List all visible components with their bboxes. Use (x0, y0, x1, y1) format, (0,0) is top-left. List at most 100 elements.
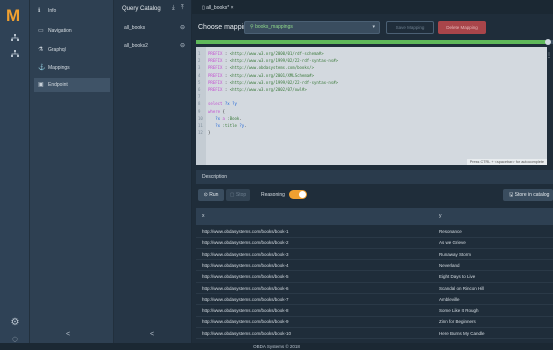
graph-icon: ⚗ (38, 47, 44, 53)
code-line: PREFIX : <http://www.w3.org/2000/01/rdf-… (208, 51, 324, 56)
cell-x: http://www.obdasystems.com/books/book-10 (202, 330, 292, 336)
code-line: } (208, 130, 210, 135)
code-token: <http://www.w3.org/1999/02/22-rdf-syntax… (229, 79, 339, 85)
code-token: <http://www.w3.org/2000/01/rdf-schema#> (229, 51, 324, 56)
code-token: PREFIX (208, 72, 225, 78)
catalog-query-item[interactable]: all_books2 ⊖ (114, 40, 191, 52)
cell-x: http://www.obdasystems.com/books/book-6 (202, 285, 289, 291)
cell-x: http://www.obdasystems.com/books/book-2 (202, 240, 289, 246)
table-row[interactable]: http://www.obdasystems.com/books/book-5 E… (196, 272, 553, 283)
line-number: 4 (198, 72, 201, 78)
table-row[interactable]: http://www.obdasystems.com/books/book-8 S… (196, 306, 553, 317)
code-line: select ?x ?y (208, 101, 237, 106)
nav-item-info[interactable]: ℹ Info (34, 4, 110, 18)
cell-y: Resonance (439, 229, 462, 234)
nav-item-graphql[interactable]: ⚗ Graphql (34, 43, 110, 57)
cell-x: http://www.obdasystems.com/books/book-9 (202, 319, 289, 325)
code-token: { (222, 108, 225, 114)
store-label: Store in catalog (514, 192, 550, 198)
code-line: ?x a :Book. (208, 116, 242, 121)
mapping-select[interactable]: ⚲ books_mappings ▾ (244, 21, 380, 34)
remove-query-icon[interactable]: ⊖ (180, 40, 185, 52)
catalog-collapse-button[interactable]: < (150, 331, 154, 338)
nav-item-label: Graphql (48, 47, 66, 53)
nav-item-navigation[interactable]: ▭ Navigation (34, 24, 110, 38)
store-catalog-button[interactable]: 🖫 Store in catalog (503, 189, 553, 201)
code-line: PREFIX : <http://www.obdasystems.com/boo… (208, 65, 314, 70)
chevron-down-icon: ▾ (372, 24, 375, 30)
cell-x: http://www.obdasystems.com/books/book-8 (202, 308, 289, 314)
nav-collapse-button[interactable]: < (66, 331, 70, 338)
code-line: PREFIX : <http://www.w3.org/1999/02/22-r… (208, 58, 338, 63)
column-header[interactable]: y (439, 208, 442, 225)
nav-item-endpoint[interactable]: ▣ Endpoint (34, 78, 110, 92)
reasoning-toggle[interactable] (289, 190, 307, 199)
table-row[interactable]: http://www.obdasystems.com/books/book-3 R… (196, 250, 553, 261)
catalog-query-item[interactable]: all_books ⊖ (114, 22, 191, 34)
run-label: Run (209, 192, 219, 198)
table-row[interactable]: http://www.obdasystems.com/books/book-9 Z… (196, 317, 553, 328)
cell-y: Neverland (439, 262, 460, 268)
cell-y: Runaway Storm (439, 251, 472, 257)
line-number: 11 (198, 123, 203, 128)
progress-fill (196, 40, 550, 44)
code-token: :Book (227, 115, 240, 121)
cell-y: Zinn for Beginners (439, 319, 476, 325)
table-row[interactable]: http://www.obdasystems.com/books/book-2 A… (196, 238, 553, 249)
cell-x: http://www.obdasystems.com/books/book-3 (202, 251, 289, 257)
line-number: 5 (198, 79, 201, 85)
description-panel[interactable]: Description (196, 170, 553, 184)
line-number: 8 (198, 101, 201, 107)
run-button[interactable]: ⊙ Run (198, 189, 224, 201)
table-row[interactable]: http://www.obdasystems.com/books/book-4 N… (196, 261, 553, 272)
results-table: x y http://www.obdasystems.com/books/boo… (196, 208, 553, 343)
upload-icon[interactable]: ⤒ (181, 5, 184, 12)
tab-bar: ▯ all_books* × (192, 0, 553, 14)
toggle-knob (299, 191, 306, 198)
line-number: 6 (198, 87, 201, 92)
settings-icon[interactable]: ⚙ (0, 317, 30, 328)
line-number: 3 (198, 65, 201, 71)
diagram-icon[interactable] (0, 34, 30, 45)
nav-item-label: Endpoint (48, 82, 68, 88)
table-row[interactable]: http://www.obdasystems.com/books/book-6 S… (196, 284, 553, 294)
cell-x: http://www.obdasystems.com/books/book-4 (202, 262, 289, 268)
line-number: 12 (198, 130, 203, 136)
code-token: . (239, 115, 242, 121)
cell-y: As we Grieve (439, 240, 466, 246)
code-token: PREFIX (208, 58, 225, 64)
catalog-title: Query Catalog (122, 6, 161, 12)
more-menu-icon[interactable]: ⋮ (546, 52, 552, 59)
close-tab-icon[interactable]: × (231, 5, 234, 11)
autocomplete-hint: Press CTRL + <spacebar> for autocomplete (466, 159, 547, 165)
sparql-editor[interactable]: Press CTRL + <spacebar> for autocomplete… (196, 47, 547, 165)
nav-item-mappings[interactable]: ⚓ Mappings (34, 61, 110, 75)
code-line: PREFIX : <http://www.w3.org/2001/XMLSche… (208, 73, 314, 78)
table-row[interactable]: http://www.obdasystems.com/books/book-1 R… (196, 227, 553, 238)
column-header[interactable]: x (202, 208, 205, 225)
save-mapping-button[interactable]: Save Mapping (386, 21, 434, 34)
download-icon[interactable]: ⤓ (172, 5, 175, 12)
code-token: <http://www.w3.org/2001/XMLSchema#> (229, 72, 314, 78)
code-token: where (208, 108, 223, 114)
file-icon: ▭ (38, 28, 44, 34)
code-line: PREFIX : <http://www.w3.org/1999/02/22-r… (208, 80, 338, 85)
hierarchy-icon[interactable] (0, 50, 30, 61)
delete-mapping-button[interactable]: Delete Mapping (438, 21, 486, 34)
code-token: PREFIX (208, 65, 225, 71)
code-line: PREFIX : <http://www.w3.org/2002/07/owl#… (208, 87, 307, 92)
table-row[interactable]: http://www.obdasystems.com/books/book-7 A… (196, 295, 553, 306)
stop-label: Stop (235, 192, 247, 198)
icon-rail: M ⚙ ◌ (0, 0, 30, 350)
query-label: all_books (124, 25, 146, 31)
nav-item-label: Info (48, 8, 57, 14)
table-row[interactable]: http://www.obdasystems.com/books/book-10… (196, 329, 553, 340)
stop-button[interactable]: ▢ Stop (226, 189, 250, 201)
line-number: 9 (198, 108, 201, 114)
code-token: <http://www.obdasystems.com/books/> (229, 65, 314, 71)
code-line: where { (208, 109, 225, 114)
remove-query-icon[interactable]: ⊖ (180, 22, 185, 34)
code-token: select (208, 101, 225, 107)
line-number: 10 (198, 115, 203, 121)
tab-query[interactable]: ▯ all_books* × (196, 2, 240, 14)
